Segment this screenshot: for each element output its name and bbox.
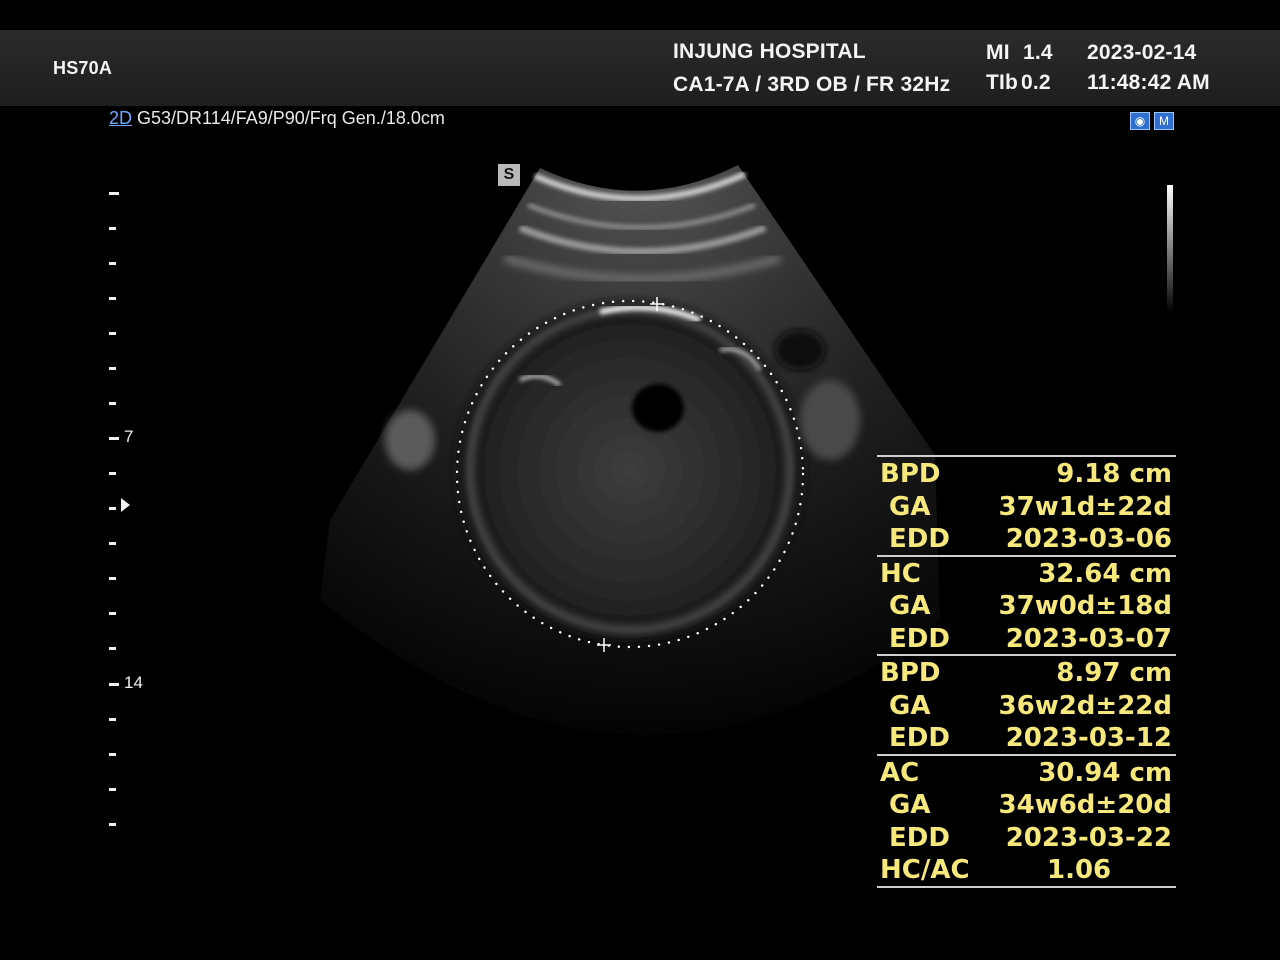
mi-label: MI (986, 41, 1010, 64)
ga-value: 37w0d±18d (998, 591, 1172, 621)
edd-label: EDD (889, 623, 950, 654)
measure-value: 9.18 cm (1056, 459, 1172, 489)
exam-time: 11:48:42 AM (1087, 71, 1210, 94)
depth-tick (109, 683, 119, 686)
edd-label: EDD (889, 723, 950, 753)
depth-label: 7 (124, 427, 134, 446)
measure-value: 32.64 cm (1038, 558, 1172, 589)
edd-value: 2023-03-07 (1005, 623, 1172, 654)
depth-tick (109, 297, 116, 300)
ga-value: 36w2d±22d (998, 690, 1172, 721)
edd-label: EDD (889, 822, 950, 853)
measurement-group-bpd: BPD 9.18 cm GA 37w1d±22d EDD 2023-03-06 (877, 455, 1176, 555)
mi-value: 1.4 (1023, 41, 1053, 64)
imaging-settings: G53/DR114/FA9/P90/Frq Gen./18.0cm (137, 108, 445, 128)
ga-label: GA (889, 690, 931, 721)
focus-marker-icon[interactable] (121, 498, 130, 512)
eye-icon[interactable]: ◉ (1130, 112, 1150, 130)
tib-label: TIb (986, 71, 1019, 94)
ga-value: 34w6d±20d (998, 790, 1172, 820)
exam-date: 2023-02-14 (1087, 41, 1197, 64)
ratio-value: 1.06 (1047, 855, 1112, 885)
edd-value: 2023-03-06 (1005, 524, 1172, 554)
depth-tick (109, 507, 116, 510)
mode-m-icon[interactable]: M (1154, 112, 1174, 130)
depth-tick (109, 472, 116, 475)
depth-tick (109, 647, 116, 650)
depth-tick (109, 402, 116, 405)
depth-label: 14 (124, 673, 143, 692)
mode-2d-link[interactable]: 2D (109, 108, 132, 128)
measurement-group-hc: HC 32.64 cm GA 37w0d±18d EDD 2023-03-07 (877, 554, 1176, 655)
ga-label: GA (889, 790, 931, 820)
measure-value: 8.97 cm (1056, 658, 1172, 688)
ga-label: GA (889, 591, 931, 621)
depth-tick (109, 437, 119, 440)
measure-value: 30.94 cm (1038, 757, 1172, 788)
ga-value: 37w1d±22d (998, 491, 1172, 522)
edd-value: 2023-03-12 (1005, 723, 1172, 753)
ratio-label: HC/AC (880, 855, 970, 885)
measure-label: AC (880, 757, 920, 788)
depth-tick (109, 262, 116, 265)
measurement-table: BPD 9.18 cm GA 37w1d±22d EDD 2023-03-06 HC 3… (877, 455, 1176, 888)
measurement-group-ac: AC 30.94 cm GA 34w6d±20d EDD 2023-03-22 HC/… (877, 753, 1176, 888)
imaging-params: 2D G53/DR114/FA9/P90/Frq Gen./18.0cm (109, 108, 445, 129)
depth-tick (109, 542, 116, 545)
measure-label: BPD (880, 459, 941, 489)
depth-tick (109, 788, 116, 791)
depth-tick (109, 367, 116, 370)
orientation-marker: S (498, 164, 520, 186)
depth-tick (109, 227, 116, 230)
measure-label: BPD (880, 658, 941, 688)
hospital-name: INJUNG HOSPITAL (673, 40, 866, 63)
device-name: HS70A (53, 58, 113, 78)
grayscale-bar (1167, 185, 1173, 313)
measurement-group-bpd-2: BPD 8.97 cm GA 36w2d±22d EDD 2023-03-12 (877, 654, 1176, 754)
edd-label: EDD (889, 524, 950, 554)
measure-label: HC (880, 558, 921, 589)
edd-value: 2023-03-22 (1005, 822, 1172, 853)
depth-tick (109, 753, 116, 756)
depth-tick (109, 823, 116, 826)
depth-tick (109, 577, 116, 580)
header-bar: HS70A INJUNG HOSPITAL CA1-7A / 3RD OB / … (0, 30, 1280, 106)
depth-tick (109, 192, 119, 195)
ga-label: GA (889, 491, 931, 522)
depth-tick (109, 612, 116, 615)
depth-tick (109, 332, 116, 335)
probe-preset: CA1-7A / 3RD OB / FR 32Hz (673, 73, 951, 96)
depth-tick (109, 718, 116, 721)
tib-value: 0.2 (1021, 71, 1051, 94)
